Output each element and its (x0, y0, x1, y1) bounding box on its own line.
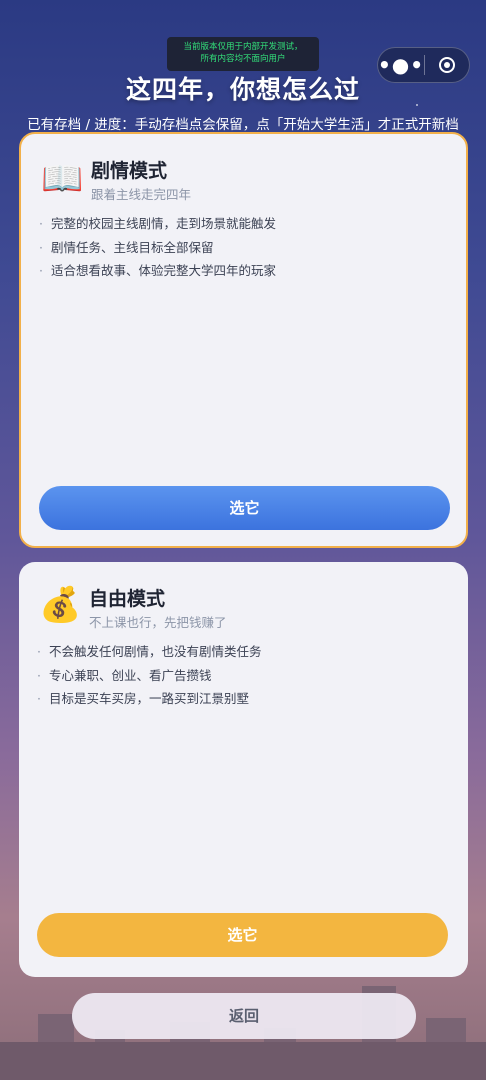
money-bag-icon: 💰 (39, 585, 82, 625)
feature-text: 适合想看故事、体验完整大学四年的玩家 (50, 263, 276, 278)
back-button[interactable]: 返回 (72, 993, 416, 1039)
mode-tagline: 跟着主线走完四年 (91, 187, 192, 202)
story-mode-card: 📖 剧情模式 跟着主线走完四年 · 完整的校园主线剧情，走到场景就能触发 · 剧情任… (19, 132, 468, 548)
feature-text: 专心兼职、创业、看广告攒钱 (48, 667, 212, 683)
feature-text: 不会触发任何剧情，也没有剧情类任务 (48, 644, 262, 659)
bullet-icon: · (39, 239, 43, 255)
bullet-icon: · (37, 691, 41, 706)
dev-notice-line2: 所有内容均不面向用户 (200, 54, 286, 64)
mode-tagline: 不上课也行，先把钱赚了 (89, 615, 227, 630)
select-free-mode-button[interactable]: 选它 (37, 913, 448, 957)
page-title: 这四年，你想怎么过 (125, 75, 360, 104)
feature-list: · 不会触发任何剧情，也没有剧情类任务 · 专心兼职、创业、看广告攒钱 · 目标是买车… (37, 640, 262, 711)
list-item: · 完整的校园主线剧情，走到场景就能触发 (39, 212, 276, 236)
bullet-icon: · (37, 667, 41, 683)
bullet-icon: · (39, 263, 43, 278)
free-mode-card: 💰 自由模式 不上课也行，先把钱赚了 · 不会触发任何剧情，也没有剧情类任务 · 专… (19, 562, 468, 977)
list-item: · 专心兼职、创业、看广告攒钱 (37, 664, 262, 688)
list-item: · 适合想看故事、体验完整大学四年的玩家 (39, 259, 276, 283)
dev-notice-line1: 当前版本仅用于内部开发测试， (183, 42, 303, 52)
bullet-icon: · (37, 644, 41, 659)
list-item: · 目标是买车买房，一路买到江景别墅 (37, 687, 262, 711)
mode-name: 自由模式 (89, 588, 166, 610)
bullet-icon: · (39, 216, 43, 231)
list-item: · 剧情任务、主线目标全部保留 (39, 236, 276, 260)
feature-text: 完整的校园主线剧情，走到场景就能触发 (50, 216, 276, 231)
open-book-icon: 📖 (41, 159, 84, 199)
feature-list: · 完整的校园主线剧情，走到场景就能触发 · 剧情任务、主线目标全部保留 · 适合想看… (39, 212, 276, 283)
feature-text: 目标是买车买房，一路买到江景别墅 (48, 691, 249, 706)
mode-name: 剧情模式 (91, 160, 168, 182)
feature-text: 剧情任务、主线目标全部保留 (50, 239, 214, 255)
dev-notice-banner: 当前版本仅用于内部开发测试， 所有内容均不面向用户 (167, 37, 319, 71)
page-subtitle: 已有存档 / 进度：手动存档点会保留，点「开始大学生活」才正式开新档 (27, 117, 459, 133)
list-item: · 不会触发任何剧情，也没有剧情类任务 (37, 640, 262, 664)
select-story-mode-button[interactable]: 选它 (39, 486, 450, 530)
